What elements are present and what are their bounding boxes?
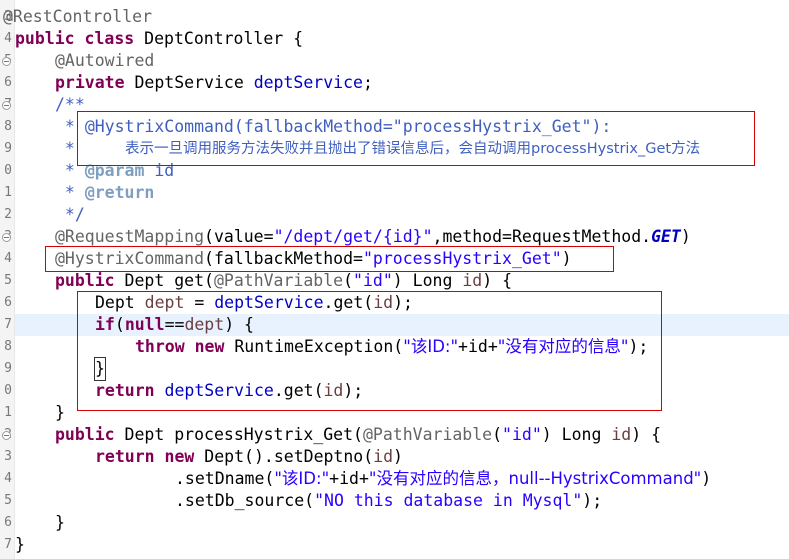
variable-name: id xyxy=(373,447,394,466)
punctuation: ; xyxy=(362,73,373,92)
code-line: public Dept get(@PathVariable("id") Long… xyxy=(55,270,512,292)
line-number: 5 xyxy=(4,273,12,288)
line-number: 6 xyxy=(4,75,12,90)
annotation: @PathVariable xyxy=(362,425,493,444)
method-signature: Dept get( xyxy=(114,271,214,290)
punctuation: ( xyxy=(492,425,503,444)
keyword: public xyxy=(55,425,115,444)
method-signature: Dept processHystrix_Get( xyxy=(114,425,363,444)
punctuation: ) { xyxy=(631,425,662,444)
javadoc-text: * xyxy=(55,183,85,202)
fold-toggle-icon[interactable] xyxy=(2,57,11,66)
line-number: 8 xyxy=(4,119,12,134)
line-number: 6 xyxy=(4,295,12,310)
code-line: @RequestMapping(value="/dept/get/{id}",m… xyxy=(55,226,691,248)
line-number: 8 xyxy=(4,339,12,354)
javadoc-tag: @return xyxy=(84,183,155,202)
annotation-highlight-box xyxy=(45,246,614,272)
code-line: .setDname("该ID:"+id+"没有对应的信息，null--Hystr… xyxy=(175,468,711,490)
type-name: DeptService xyxy=(124,73,254,92)
code-line: } xyxy=(55,402,65,424)
keyword: public xyxy=(15,29,75,48)
class-declaration: DeptController { xyxy=(134,29,304,48)
code-text: Dept().setDeptno( xyxy=(194,447,374,466)
line-number: 4 xyxy=(4,471,12,486)
code-line: } xyxy=(15,534,25,556)
field-name: deptService xyxy=(253,73,363,92)
code-text: +id+ xyxy=(329,469,369,488)
punctuation: ) xyxy=(680,227,691,246)
punctuation: ) xyxy=(393,447,403,466)
annotation: @RestController xyxy=(3,7,153,26)
line-number: 9 xyxy=(4,361,12,376)
keyword: class xyxy=(84,29,135,48)
punctuation: ) { xyxy=(482,271,513,290)
code-text: ) Long xyxy=(392,271,463,290)
punctuation: ) xyxy=(701,469,712,488)
annotation: @Autowired xyxy=(55,51,155,70)
punctuation: } xyxy=(55,403,65,422)
fold-toggle-icon[interactable] xyxy=(2,431,11,440)
code-line: .setDb_source("NO this database in Mysql… xyxy=(175,490,602,512)
keyword: public xyxy=(55,271,115,290)
line-number: 9 xyxy=(4,141,12,156)
line-number: 0 xyxy=(4,383,12,398)
keyword: private xyxy=(55,73,125,92)
parameter-name: id xyxy=(462,271,483,290)
code-line: */ xyxy=(55,204,85,226)
code-line: public class DeptController { xyxy=(15,28,303,50)
parameter-name: id xyxy=(611,425,632,444)
punctuation: } xyxy=(15,535,25,554)
line-number: 0 xyxy=(4,163,12,178)
string-literal: "id" xyxy=(353,271,393,290)
string-literal: "没有对应的信息，null--HystrixCommand" xyxy=(368,469,702,488)
line-number: 4 xyxy=(4,31,12,46)
line-number: 2 xyxy=(4,207,12,222)
javadoc-highlight-box xyxy=(77,111,755,166)
code-text: ) Long xyxy=(541,425,612,444)
javadoc-text: * xyxy=(55,139,75,158)
javadoc-text: */ xyxy=(55,205,85,224)
line-number: 1 xyxy=(4,185,12,200)
punctuation: ( xyxy=(343,271,354,290)
constant: GET xyxy=(651,227,681,246)
annotation: @RequestMapping xyxy=(55,227,205,246)
code-line: } xyxy=(55,512,65,534)
line-number: 5 xyxy=(4,493,12,508)
string-literal: "/dept/get/{id}" xyxy=(273,227,433,246)
code-text: ,method=RequestMethod. xyxy=(432,227,652,246)
keyword: new xyxy=(164,447,195,466)
string-literal: "该ID:" xyxy=(274,469,330,488)
code-line: @Autowired xyxy=(55,50,154,72)
code-text: .setDb_source( xyxy=(175,491,315,510)
line-number: 6 xyxy=(4,515,12,530)
code-line: * xyxy=(55,138,75,160)
line-number: 1 xyxy=(4,405,12,420)
line-number: 4 xyxy=(4,251,12,266)
code-text: (value= xyxy=(204,227,274,246)
code-editor[interactable]: 3 4 5 6 7 8 9 0 1 2 3 4 5 6 7 8 9 0 1 2 … xyxy=(0,0,789,559)
code-line: private DeptService deptService; xyxy=(55,72,373,94)
line-number: 7 xyxy=(4,317,12,332)
code-text: .setDname( xyxy=(175,469,275,488)
fold-toggle-icon[interactable] xyxy=(2,233,11,242)
string-literal: "NO this database in Mysql" xyxy=(314,491,583,510)
line-number: 7 xyxy=(4,537,12,552)
code-line: @RestController xyxy=(3,6,152,28)
code-line: * @return xyxy=(55,182,154,204)
code-line: return new Dept().setDeptno(id) xyxy=(95,446,403,468)
line-number: 3 xyxy=(4,449,12,464)
fold-toggle-icon[interactable] xyxy=(2,101,11,110)
punctuation: } xyxy=(55,513,65,532)
string-literal: "id" xyxy=(502,425,542,444)
keyword: return xyxy=(95,447,155,466)
punctuation: ); xyxy=(582,491,603,510)
annotation: @PathVariable xyxy=(213,271,344,290)
method-body-highlight-box xyxy=(77,291,662,411)
code-line: public Dept processHystrix_Get(@PathVari… xyxy=(55,424,661,446)
